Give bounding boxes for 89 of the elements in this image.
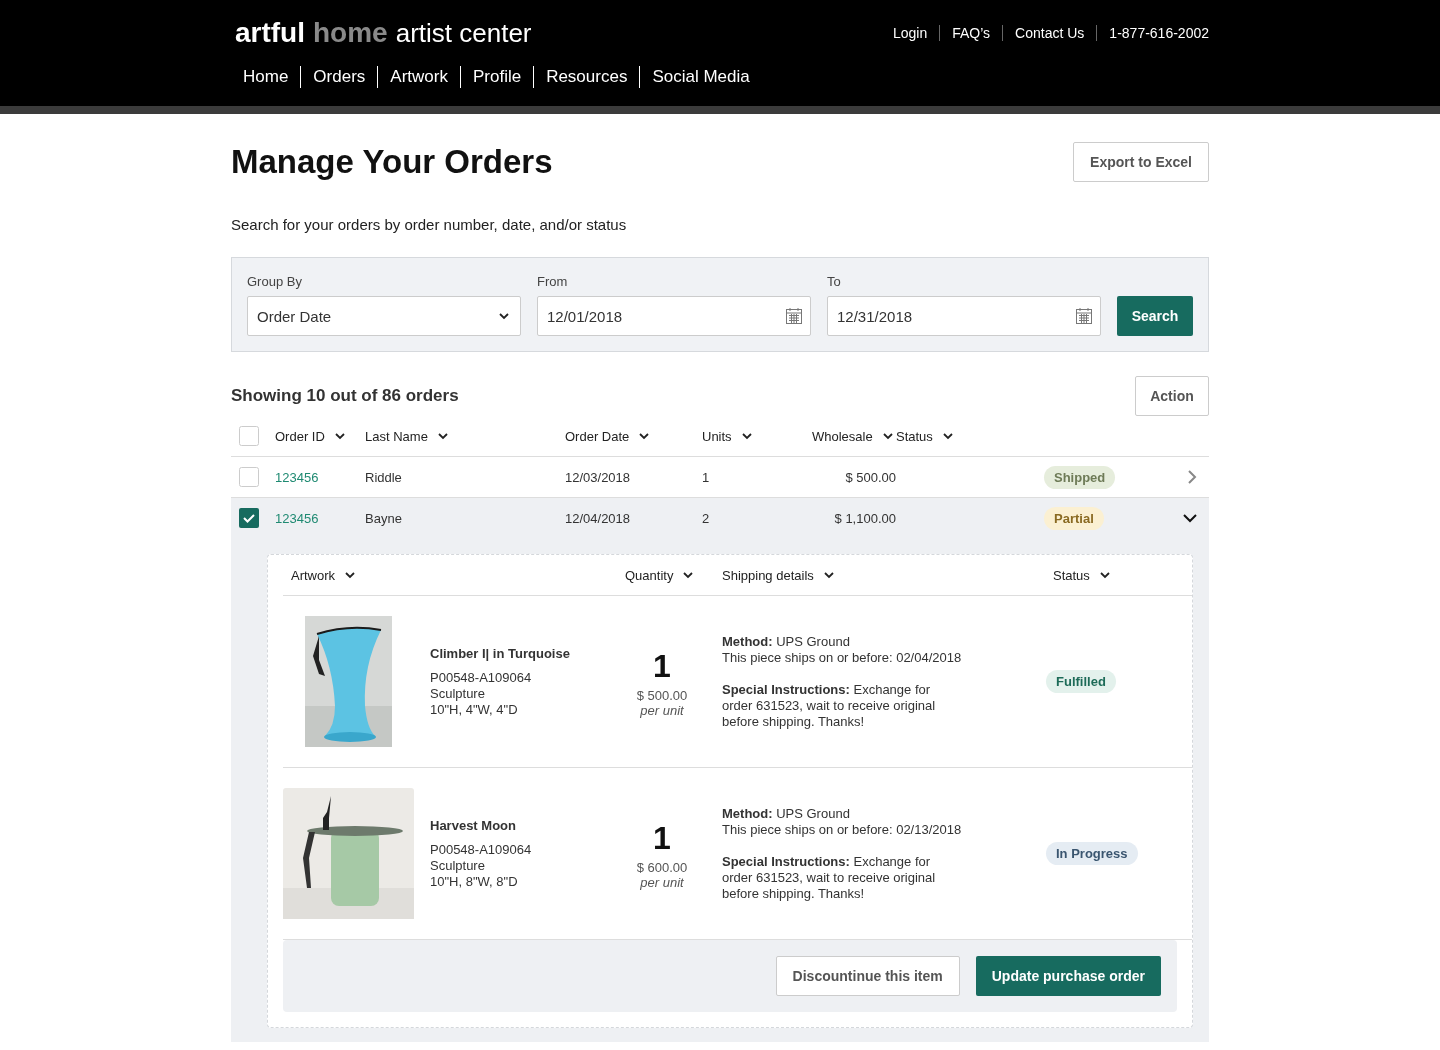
checkbox[interactable] xyxy=(239,426,259,446)
artwork-sku: P00548-A109064 xyxy=(430,669,533,686)
nav-link[interactable]: Social Media xyxy=(639,66,762,88)
results-summary: Showing 10 out of 86 orders xyxy=(231,386,459,406)
special-instructions: Special Instructions: Exchange for order 631523, wait to receive original before shipping. Thanks! xyxy=(722,681,937,730)
chevron-right-icon[interactable] xyxy=(1188,470,1197,484)
table-cell-text: Bayne xyxy=(365,510,403,526)
artwork-sku: P00548-A109064 xyxy=(430,841,533,858)
price-note: per unit xyxy=(640,702,684,718)
table-cell-text: 1 xyxy=(702,469,711,485)
artwork-title: Harvest Moon xyxy=(430,817,517,834)
column-header[interactable]: Order ID xyxy=(275,428,365,444)
header-link[interactable]: 1-877-616-2002 xyxy=(1096,25,1209,41)
status-badge: In Progress xyxy=(1046,842,1138,865)
chevron-down-icon[interactable] xyxy=(683,571,694,579)
header-link[interactable]: Contact Us xyxy=(1002,25,1097,41)
action-button[interactable]: Action xyxy=(1135,376,1209,416)
chevron-down-icon[interactable] xyxy=(639,432,650,440)
header-link[interactable]: Login xyxy=(880,25,940,41)
status-badge: Shipped xyxy=(1044,465,1116,489)
table-cell-text: 2 xyxy=(702,510,711,526)
chevron-down-icon[interactable] xyxy=(345,571,356,579)
unit-price: $ 500.00 xyxy=(636,687,688,703)
nav-link[interactable]: Home xyxy=(231,66,301,88)
unit-price: $ 600.00 xyxy=(636,859,688,875)
logo-text: home xyxy=(313,17,388,49)
search-button[interactable]: Search xyxy=(1117,296,1193,336)
column-header[interactable]: Shipping details xyxy=(722,567,1044,583)
chevron-down-icon[interactable] xyxy=(1099,571,1110,579)
checkbox[interactable] xyxy=(239,508,259,528)
date-field[interactable]: 12/31/2018 xyxy=(827,296,1101,336)
chevron-down-icon[interactable] xyxy=(499,312,509,320)
artwork-type: Sculpture xyxy=(430,857,486,874)
column-header[interactable]: Status xyxy=(896,428,1044,444)
header-link[interactable]: FAQ’s xyxy=(939,25,1003,41)
chevron-down-icon[interactable] xyxy=(882,432,893,440)
column-header[interactable]: Order Date xyxy=(565,428,702,444)
discontinue-button[interactable]: Discountinue this item xyxy=(775,956,960,996)
artwork-dimensions: 10"H, 8"W, 8"D xyxy=(430,873,519,890)
checkbox[interactable] xyxy=(239,467,259,487)
calendar-icon[interactable] xyxy=(786,308,802,324)
artwork-title: Climber I| in Turquoise xyxy=(430,645,571,662)
artwork-dimensions: 10"H, 4"W, 4"D xyxy=(430,701,519,718)
order-link[interactable]: 123456 xyxy=(275,469,365,485)
column-header[interactable]: Units xyxy=(702,428,812,444)
table-cell-text: Riddle xyxy=(365,469,403,485)
table-cell-text: 12/04/2018 xyxy=(565,510,632,526)
column-header[interactable]: Artwork xyxy=(283,567,620,583)
date-field[interactable]: 12/01/2018 xyxy=(537,296,811,336)
nav-link[interactable]: Orders xyxy=(300,66,378,88)
chevron-down-icon[interactable] xyxy=(741,432,752,440)
price-note: per unit xyxy=(640,874,684,890)
chevron-down-icon[interactable] xyxy=(942,432,953,440)
order-link[interactable]: 123456 xyxy=(275,510,365,526)
shipping-method: Method: UPS Ground xyxy=(722,633,851,650)
update-order-button[interactable]: Update purchase order xyxy=(975,956,1161,996)
shipping-method: Method: UPS Ground xyxy=(722,805,851,822)
field-label: Group By xyxy=(247,274,303,289)
table-cell-text: 12/03/2018 xyxy=(565,469,632,485)
table-cell-text: $ 500.00 xyxy=(844,469,896,485)
logo-text: artful xyxy=(235,17,305,49)
logo-text: artist center xyxy=(395,18,532,49)
page-title: Manage Your Orders xyxy=(231,143,553,181)
calendar-icon[interactable] xyxy=(1076,308,1092,324)
nav-link[interactable]: Resources xyxy=(533,66,640,88)
chevron-down-icon[interactable] xyxy=(1183,513,1197,523)
dropdown[interactable]: Order Date xyxy=(247,296,521,336)
artwork-type: Sculpture xyxy=(430,685,486,702)
column-header[interactable]: Quantity xyxy=(620,567,704,583)
page-subtitle: Search for your orders by order number, date, and/or status xyxy=(231,216,628,233)
special-instructions: Special Instructions: Exchange for order 631523, wait to receive original before shipping. Thanks! xyxy=(722,853,937,902)
quantity-value: 1 xyxy=(653,818,671,858)
quantity-value: 1 xyxy=(653,646,671,686)
column-header[interactable]: Status xyxy=(1044,567,1192,583)
status-badge: Fulfilled xyxy=(1046,670,1116,693)
nav-link[interactable]: Profile xyxy=(459,66,534,88)
ship-date: This piece ships on or before: 02/04/2018 xyxy=(722,649,963,666)
ship-date: This piece ships on or before: 02/13/2018 xyxy=(722,821,963,838)
field-label: To xyxy=(827,274,842,289)
nav-link[interactable]: Artwork xyxy=(377,66,460,88)
column-header[interactable]: Wholesale xyxy=(812,428,896,444)
export-button[interactable]: Export to Excel xyxy=(1073,142,1209,182)
table-cell-text: $ 1,100.00 xyxy=(833,510,896,526)
chevron-down-icon[interactable] xyxy=(334,432,345,440)
column-header[interactable]: Last Name xyxy=(365,428,565,444)
status-badge: Partial xyxy=(1044,506,1104,530)
chevron-down-icon[interactable] xyxy=(823,571,834,579)
chevron-down-icon[interactable] xyxy=(437,432,448,440)
field-label: From xyxy=(537,274,569,289)
